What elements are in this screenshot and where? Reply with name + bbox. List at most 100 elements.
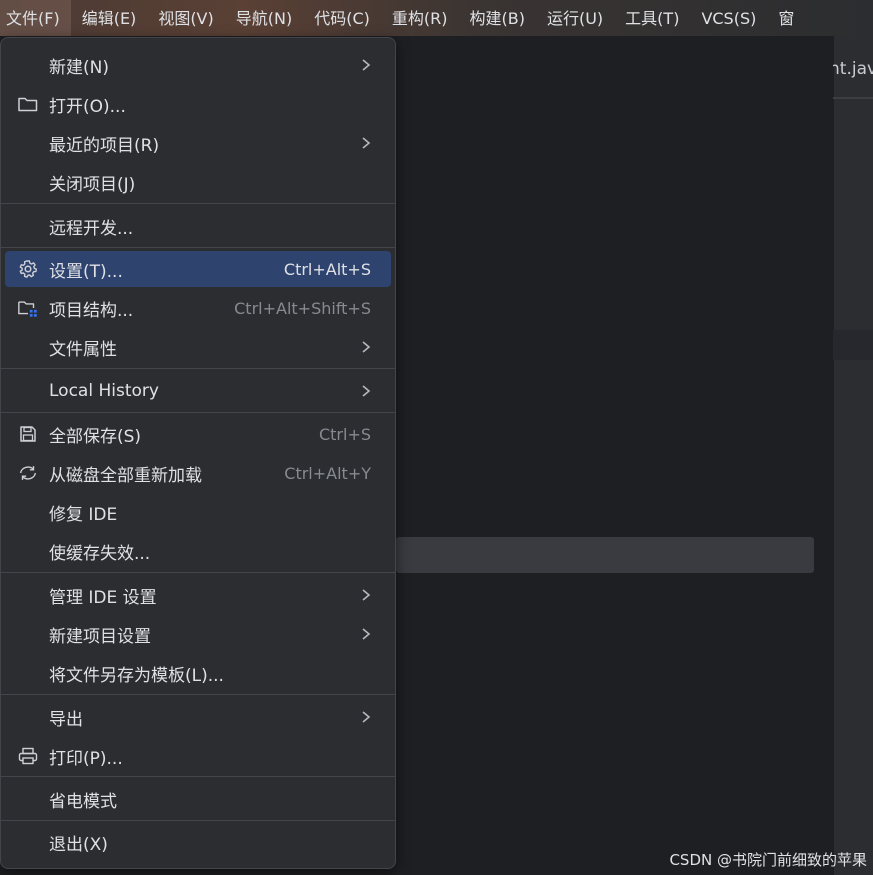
menu-item-repair-ide[interactable]: 修复 IDE (5, 494, 391, 530)
menu-item-label: 使缓存失效... (49, 543, 151, 564)
line-number: 20 (833, 731, 873, 749)
chevron-right-icon (362, 385, 371, 397)
menu-item-power-save-mode[interactable]: 省电模式 (5, 781, 391, 817)
menu-item-label: 文件属性 (49, 339, 117, 360)
printer-icon (17, 746, 39, 766)
editor-area[interactable] (396, 36, 833, 875)
shortcut-label: Ctrl+Alt+S (283, 259, 371, 279)
menu-item-label: 将文件另存为模板(L)... (49, 665, 224, 686)
line-number: 16 (833, 599, 873, 617)
chevron-right-icon (362, 589, 371, 601)
menu-item-project-structure[interactable]: 项目结构... Ctrl+Alt+Shift+S (5, 290, 391, 326)
menu-separator (1, 776, 395, 777)
line-number: 1 (833, 104, 873, 122)
menu-item-new-project-settings[interactable]: 新建项目设置 (5, 616, 391, 652)
line-number: 17 (833, 632, 873, 650)
line-number: 13 (833, 500, 873, 518)
menu-item-label: 修复 IDE (49, 504, 118, 525)
menu-file[interactable]: 文件(F) (0, 0, 71, 36)
line-number: 10 (833, 401, 873, 419)
menu-edit[interactable]: 编辑(E) (71, 0, 148, 36)
line-number: 15 (833, 566, 873, 584)
line-number: 19 (833, 698, 873, 716)
menu-item-label: 全部保存(S) (49, 426, 142, 447)
menu-item-print[interactable]: 打印(P)... (5, 738, 391, 774)
line-number: 2 (833, 137, 873, 155)
menu-item-label: 管理 IDE 设置 (49, 587, 157, 608)
menu-item-label: 打印(P)... (49, 748, 123, 769)
line-number: 18 (833, 665, 873, 683)
menu-separator (1, 694, 395, 695)
menu-tools[interactable]: 工具(T) (614, 0, 690, 36)
menu-item-invalidate-caches[interactable]: 使缓存失效... (5, 533, 391, 569)
line-number: 7 (833, 302, 873, 320)
menu-item-local-history[interactable]: Local History (5, 373, 391, 409)
line-number: 4 (833, 203, 873, 221)
line-number: 9 (833, 368, 873, 386)
menu-window[interactable]: 窗 (767, 0, 805, 36)
menu-refactor[interactable]: 重构(R) (381, 0, 459, 36)
menu-item-label: 项目结构... (49, 300, 134, 321)
tab-underline (833, 97, 873, 99)
line-number: 11 (833, 434, 873, 452)
menu-item-export[interactable]: 导出 (5, 699, 391, 735)
menu-separator (1, 368, 395, 369)
menu-item-save-all[interactable]: 全部保存(S) Ctrl+S (5, 416, 391, 452)
menu-item-manage-ide-settings[interactable]: 管理 IDE 设置 (5, 577, 391, 613)
menu-code[interactable]: 代码(C) (303, 0, 381, 36)
menu-item-remote-development[interactable]: 远程开发... (5, 208, 391, 244)
menu-separator (1, 820, 395, 821)
menu-item-label: 从磁盘全部重新加载 (49, 465, 202, 486)
menu-item-label: 新建项目设置 (49, 626, 151, 647)
menu-item-exit[interactable]: 退出(X) (5, 824, 391, 860)
refresh-icon (17, 463, 39, 483)
line-number: 3 (833, 170, 873, 188)
menu-item-label: 省电模式 (49, 791, 117, 812)
menu-item-settings[interactable]: 设置(T)... Ctrl+Alt+S (5, 251, 391, 287)
menu-separator (1, 203, 395, 204)
menu-item-open[interactable]: 打开(O)... (5, 86, 391, 122)
menu-item-file-properties[interactable]: 文件属性 (5, 329, 391, 365)
line-number: 14 (833, 533, 873, 551)
shortcut-label: Ctrl+Alt+Y (284, 463, 371, 483)
menu-vcs[interactable]: VCS(S) (690, 0, 767, 36)
menu-item-label: 关闭项目(J) (49, 174, 136, 195)
shortcut-label: Ctrl+S (318, 424, 371, 444)
watermark-text: CSDN @书院门前细致的苹果 (669, 851, 867, 869)
gear-icon (17, 259, 39, 279)
chevron-right-icon (362, 137, 371, 149)
line-number-gutter (833, 36, 873, 875)
menu-separator (1, 572, 395, 573)
main-menubar: 文件(F) 编辑(E) 视图(V) 导航(N) 代码(C) 重构(R) 构建(B… (0, 0, 873, 36)
chevron-right-icon (362, 711, 371, 723)
menu-item-recent-projects[interactable]: 最近的项目(R) (5, 125, 391, 161)
menu-item-label: Local History (49, 381, 159, 401)
project-structure-icon (17, 298, 39, 318)
menu-item-label: 最近的项目(R) (49, 135, 160, 156)
chevron-right-icon (362, 341, 371, 353)
menu-navigate[interactable]: 导航(N) (225, 0, 303, 36)
menu-item-new[interactable]: 新建(N) (5, 47, 391, 83)
menu-item-save-as-template[interactable]: 将文件另存为模板(L)... (5, 655, 391, 691)
editor-highlight-row (396, 537, 814, 573)
menu-run[interactable]: 运行(U) (536, 0, 614, 36)
menu-item-label: 远程开发... (49, 218, 134, 239)
shortcut-label: Ctrl+Alt+Shift+S (234, 298, 371, 318)
save-icon (17, 424, 39, 444)
editor-tab[interactable]: nt.java (833, 52, 873, 86)
menu-item-label: 导出 (49, 709, 83, 730)
menu-build[interactable]: 构建(B) (459, 0, 536, 36)
line-number: 6 (833, 269, 873, 287)
menu-item-label: 新建(N) (49, 57, 109, 78)
line-number: 8 (833, 335, 873, 353)
menu-item-label: 设置(T)... (49, 261, 123, 282)
chevron-right-icon (362, 628, 371, 640)
menu-view[interactable]: 视图(V) (147, 0, 224, 36)
chevron-right-icon (362, 59, 371, 71)
folder-icon (17, 94, 39, 114)
menu-separator (1, 247, 395, 248)
menu-item-reload-all[interactable]: 从磁盘全部重新加载 Ctrl+Alt+Y (5, 455, 391, 491)
menu-item-label: 退出(X) (49, 834, 108, 855)
menu-item-close-project[interactable]: 关闭项目(J) (5, 164, 391, 200)
line-number: 12 (833, 467, 873, 485)
